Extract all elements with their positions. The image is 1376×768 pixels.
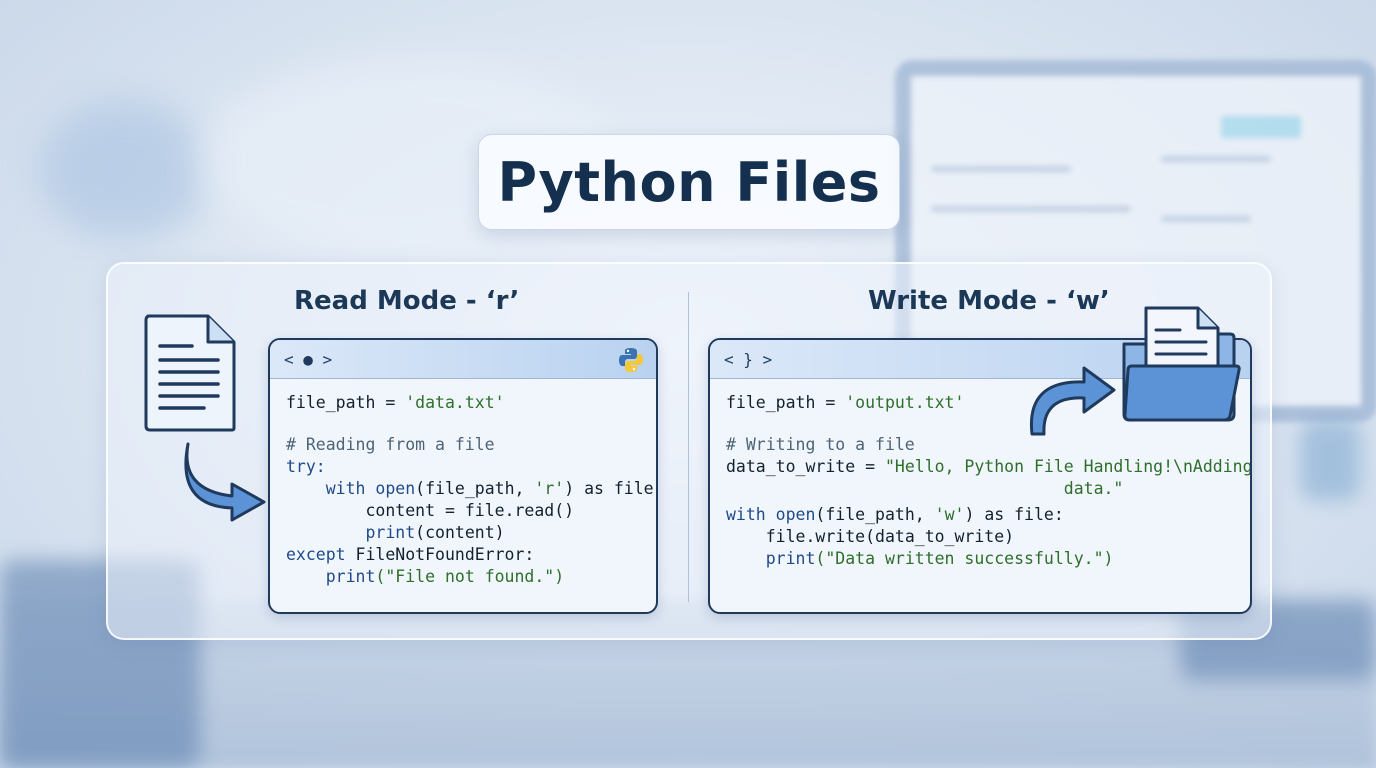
panel-divider [688,292,689,602]
arrow-curve-icon [1029,366,1116,436]
background-glow [40,100,210,240]
page-title: Python Files [497,150,881,214]
code-line: data." [1063,479,1124,498]
background-shape [1300,420,1360,500]
write-mode-label: Write Mode - ‘w’ [868,286,1110,316]
read-code-block: file_path = 'data.txt' # Reading from a f… [286,392,658,588]
code-line: data_to_write = "Hello, Python File Hand… [726,457,1252,476]
read-mode-label: Read Mode - ‘r’ [294,286,520,316]
code-comment: # Reading from a file [286,435,495,454]
folder-icon [1122,306,1241,422]
code-brackets-icon: < } > [724,349,773,369]
code-line: with open(file_path, 'r') as file: [325,479,658,498]
code-line: print("File not found.") [325,567,565,586]
code-line: with open(file_path, 'w') as file: [726,505,1064,524]
code-comment: # Writing to a file [726,435,915,454]
code-line: file.write(data_to_write) [765,527,1015,546]
code-line: file_path = 'data.txt' [286,393,505,412]
code-line: try: [286,457,326,476]
python-logo-icon [619,348,643,372]
code-line: except FileNotFoundError: [286,545,535,564]
read-window-titlebar: < ● > [270,340,656,379]
arrow-right-icon [184,442,266,522]
code-brackets-icon: < ● > [284,349,333,369]
code-line: print("Data written successfully.") [765,549,1114,568]
code-line: content = file.read() [365,501,575,520]
title-card: Python Files [478,134,900,230]
read-code-window: < ● > file_path = 'data.txt' # Reading fr… [268,338,658,614]
code-line: print(content) [365,523,505,542]
document-icon [144,314,236,432]
